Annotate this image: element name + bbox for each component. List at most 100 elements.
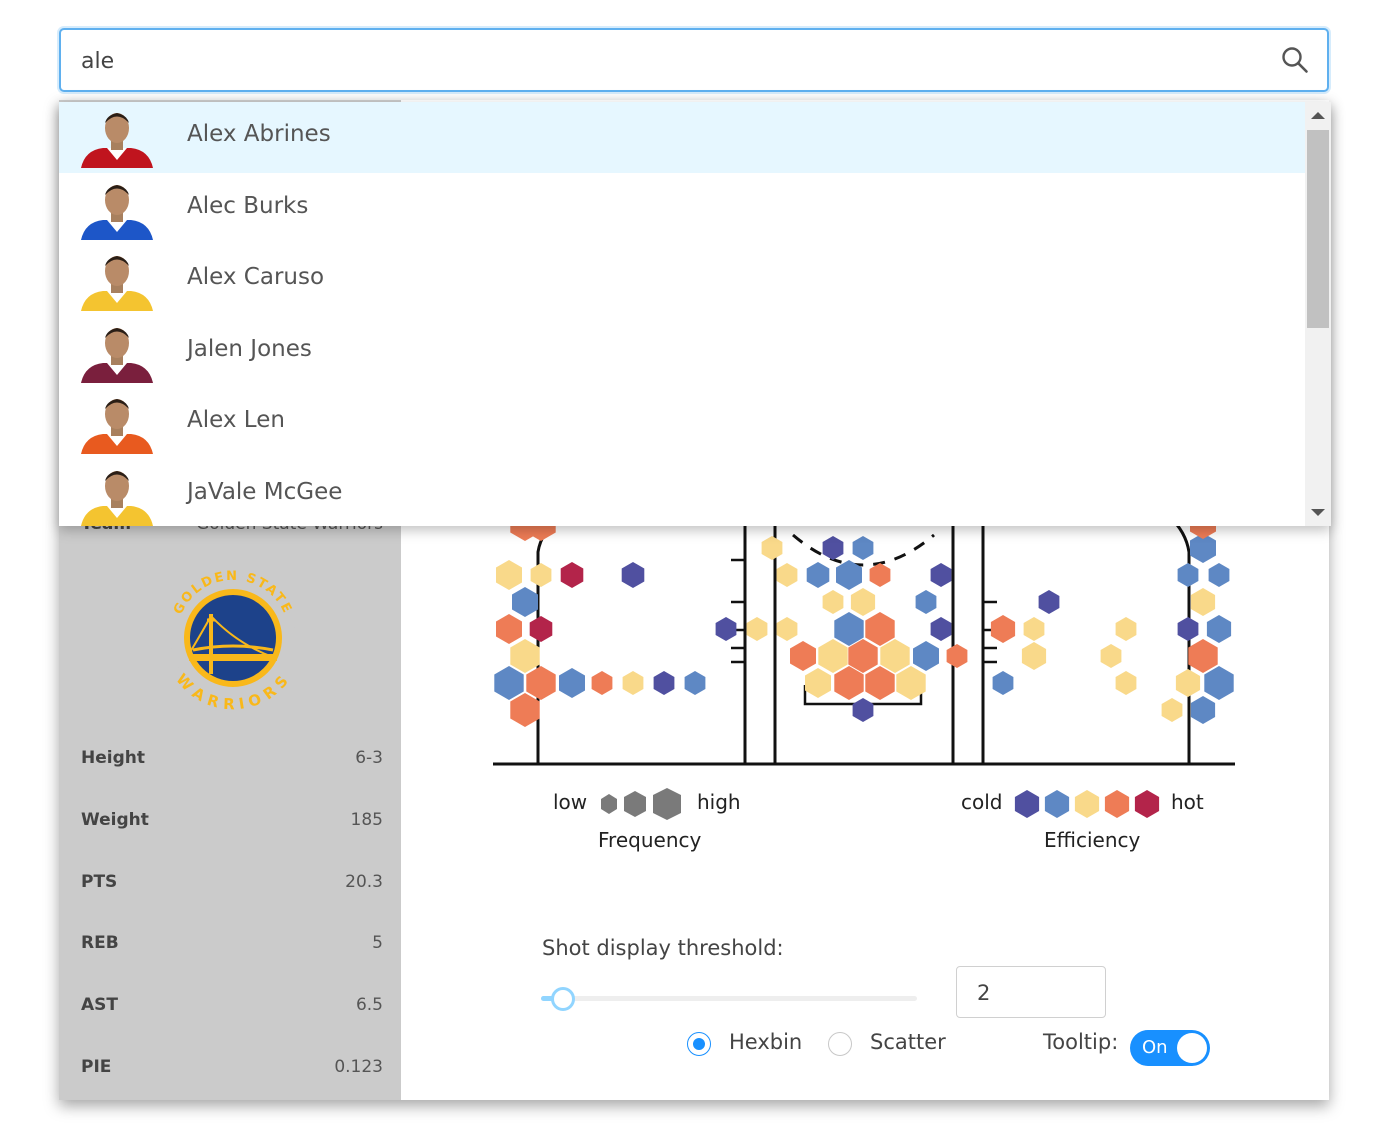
shot-hexbin[interactable] bbox=[684, 671, 706, 695]
shot-hexbin[interactable] bbox=[715, 617, 737, 641]
shot-hexbin[interactable] bbox=[869, 563, 891, 587]
shot-hexbin[interactable] bbox=[1177, 617, 1199, 641]
shot-hexbin[interactable] bbox=[946, 644, 968, 668]
shot-hexbin[interactable] bbox=[512, 587, 538, 617]
radio-scatter-dot[interactable] bbox=[828, 1032, 852, 1056]
stat-label: AST bbox=[81, 995, 118, 1016]
shot-hexbin[interactable] bbox=[496, 614, 522, 644]
eff-hot-label: hot bbox=[1171, 790, 1204, 814]
shot-hexbin[interactable] bbox=[852, 698, 874, 722]
shot-hexbin[interactable] bbox=[1190, 588, 1216, 616]
shot-hexbin[interactable] bbox=[913, 641, 939, 671]
shot-hexbin[interactable] bbox=[559, 668, 585, 698]
shot-hexbin[interactable] bbox=[776, 617, 798, 641]
stat-value: 185 bbox=[350, 809, 383, 830]
shot-hexbin[interactable] bbox=[880, 639, 910, 673]
shot-hexbin[interactable] bbox=[1023, 617, 1045, 641]
shot-hexbin[interactable] bbox=[746, 617, 768, 641]
shot-hexbin[interactable] bbox=[805, 668, 831, 698]
shot-hexbin[interactable] bbox=[591, 671, 613, 695]
shot-hexbin[interactable] bbox=[621, 562, 645, 588]
threshold-slider-handle[interactable] bbox=[550, 987, 575, 1011]
suggestion-item[interactable]: Alec Burks bbox=[59, 174, 1305, 245]
suggestion-item[interactable]: Alex Len bbox=[59, 388, 1305, 459]
shot-hexbin[interactable] bbox=[1204, 666, 1234, 700]
shot-hexbin[interactable] bbox=[761, 536, 783, 560]
shot-hexbin[interactable] bbox=[1100, 644, 1122, 668]
shot-hexbin[interactable] bbox=[806, 562, 830, 588]
shot-hexbin[interactable] bbox=[1021, 642, 1047, 670]
player-headshot bbox=[81, 184, 153, 240]
shot-hexbin[interactable] bbox=[992, 671, 1014, 695]
player-headshot bbox=[81, 470, 153, 526]
shot-hexbin[interactable] bbox=[850, 588, 876, 616]
efficiency-swatch bbox=[1134, 790, 1160, 818]
shot-hexbin[interactable] bbox=[560, 562, 584, 588]
shot-hexbin[interactable] bbox=[1190, 696, 1216, 724]
suggestion-name: JaVale McGee bbox=[187, 478, 343, 505]
suggestion-name: Alec Burks bbox=[187, 192, 309, 219]
stat-value: 20.3 bbox=[345, 871, 383, 892]
shot-hexbin[interactable] bbox=[1115, 617, 1137, 641]
shot-hexbin[interactable] bbox=[530, 563, 552, 587]
shot-hexbin[interactable] bbox=[510, 693, 540, 727]
shot-hexbin[interactable] bbox=[529, 616, 553, 642]
shot-hexbin[interactable] bbox=[865, 666, 895, 700]
scroll-up-arrow-icon[interactable] bbox=[1311, 112, 1325, 119]
shot-hexbin[interactable] bbox=[915, 590, 937, 614]
shot-hexbin[interactable] bbox=[822, 590, 844, 614]
suggestion-name: Alex Caruso bbox=[187, 264, 325, 290]
shot-hexbin[interactable] bbox=[496, 560, 522, 590]
freq-hex-medium bbox=[624, 791, 646, 817]
shot-hexbin[interactable] bbox=[622, 671, 644, 695]
radio-hexbin-dot[interactable] bbox=[687, 1032, 711, 1056]
stat-value: 5 bbox=[372, 933, 383, 954]
player-search-input[interactable] bbox=[79, 44, 1233, 78]
shot-hexbin[interactable] bbox=[790, 641, 816, 671]
shot-hexbin[interactable] bbox=[822, 536, 844, 560]
shot-hexbin[interactable] bbox=[865, 612, 895, 646]
tooltip-toggle[interactable]: On bbox=[1130, 1030, 1210, 1066]
shot-hexbin[interactable] bbox=[930, 563, 952, 587]
shot-hexbin[interactable] bbox=[834, 612, 864, 646]
shot-hexbin[interactable] bbox=[1188, 639, 1218, 673]
player-search-box[interactable] bbox=[59, 28, 1329, 92]
tooltip-label: Tooltip: bbox=[1043, 1030, 1119, 1054]
shot-hexbin[interactable] bbox=[1206, 615, 1232, 643]
efficiency-swatch bbox=[1014, 790, 1040, 818]
shot-hexbin[interactable] bbox=[1177, 563, 1199, 587]
team-logo: GOLDEN STATE WARRIORS bbox=[171, 569, 295, 713]
shot-hexbin[interactable] bbox=[1038, 590, 1060, 614]
shot-hexbin[interactable] bbox=[1115, 671, 1137, 695]
scrollbar-thumb[interactable] bbox=[1307, 130, 1329, 328]
shot-hexbin[interactable] bbox=[930, 617, 952, 641]
shot-hexbin[interactable] bbox=[494, 666, 524, 700]
suggestion-item[interactable]: JaVale McGee bbox=[59, 460, 1305, 527]
shot-hexbin[interactable] bbox=[848, 639, 878, 673]
suggestion-item[interactable]: Alex Abrines bbox=[59, 102, 1305, 173]
shot-hexbin[interactable] bbox=[834, 666, 864, 700]
shot-hexbin[interactable] bbox=[510, 639, 540, 673]
shot-hexbin[interactable] bbox=[653, 671, 675, 695]
shot-hexbin[interactable] bbox=[776, 563, 798, 587]
suggestion-item[interactable]: Alex Caruso bbox=[59, 245, 1305, 316]
shot-hexbin[interactable] bbox=[818, 639, 848, 673]
stat-row: Height 6-3 bbox=[81, 748, 383, 774]
dropdown-scrollbar[interactable] bbox=[1305, 102, 1331, 526]
shot-hexbin[interactable] bbox=[526, 666, 556, 700]
shot-hexbin[interactable] bbox=[1208, 563, 1230, 587]
freq-hex-small bbox=[601, 794, 617, 814]
scroll-down-arrow-icon[interactable] bbox=[1311, 509, 1325, 516]
stat-value: 0.123 bbox=[334, 1057, 383, 1077]
suggestion-item[interactable]: Jalen Jones bbox=[59, 317, 1305, 388]
shot-hexbin[interactable] bbox=[1175, 669, 1201, 697]
search-icon[interactable] bbox=[1281, 46, 1309, 74]
threshold-slider[interactable] bbox=[541, 987, 917, 1011]
efficiency-swatch bbox=[1044, 790, 1070, 818]
threshold-number-input[interactable]: 2 bbox=[956, 966, 1106, 1018]
shot-hexbin[interactable] bbox=[1161, 698, 1183, 722]
freq-hex-large bbox=[653, 788, 681, 820]
shot-hexbin[interactable] bbox=[990, 615, 1016, 643]
player-headshot bbox=[81, 327, 153, 383]
shot-hexbin[interactable] bbox=[852, 536, 874, 560]
